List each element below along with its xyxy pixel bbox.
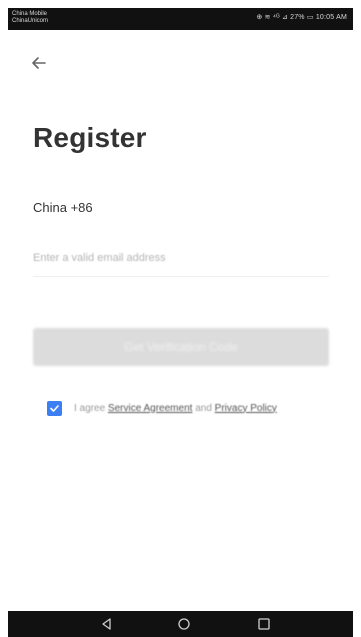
circle-home-icon xyxy=(178,618,190,630)
email-underline xyxy=(33,276,329,277)
arrow-left-icon xyxy=(32,57,46,69)
square-recents-icon xyxy=(258,618,270,630)
agree-conjunction: and xyxy=(195,402,212,414)
nav-back-button[interactable] xyxy=(99,617,115,631)
page-title: Register xyxy=(33,122,147,153)
triangle-back-icon xyxy=(102,618,111,630)
nav-home-button[interactable] xyxy=(176,617,192,631)
nav-recents-button[interactable] xyxy=(256,617,272,631)
agree-checkbox[interactable] xyxy=(47,400,62,416)
carrier-line-2: ChinaUnicom xyxy=(12,18,49,24)
agreement-row: I agree Service Agreement and Privacy Po… xyxy=(47,398,277,418)
status-indicators: ⊕ ≋ ⁴ᴳ ⊿ 27% ▭ 10:05 AM xyxy=(256,14,347,21)
carrier-line-1: China Mobile xyxy=(12,11,48,17)
checkmark-icon xyxy=(50,404,59,412)
service-agreement-link[interactable]: Service Agreement xyxy=(108,403,193,414)
get-code-button[interactable]: Get Verification Code xyxy=(33,328,329,366)
agree-prefix: I agree xyxy=(74,402,106,414)
email-field[interactable] xyxy=(33,246,329,270)
carrier-info: China Mobile ChinaUnicom xyxy=(12,11,48,25)
register-screen: China Mobile ChinaUnicom ⊕ ≋ ⁴ᴳ ⊿ 27% ▭ … xyxy=(0,0,361,637)
navigation-bar xyxy=(8,611,353,637)
country-selector[interactable]: China +86 xyxy=(33,200,93,215)
back-button[interactable] xyxy=(28,52,50,74)
agreement-text: I agree Service Agreement and Privacy Po… xyxy=(74,403,277,414)
status-bar: China Mobile ChinaUnicom ⊕ ≋ ⁴ᴳ ⊿ 27% ▭ … xyxy=(8,8,353,30)
privacy-policy-link[interactable]: Privacy Policy xyxy=(215,403,277,414)
